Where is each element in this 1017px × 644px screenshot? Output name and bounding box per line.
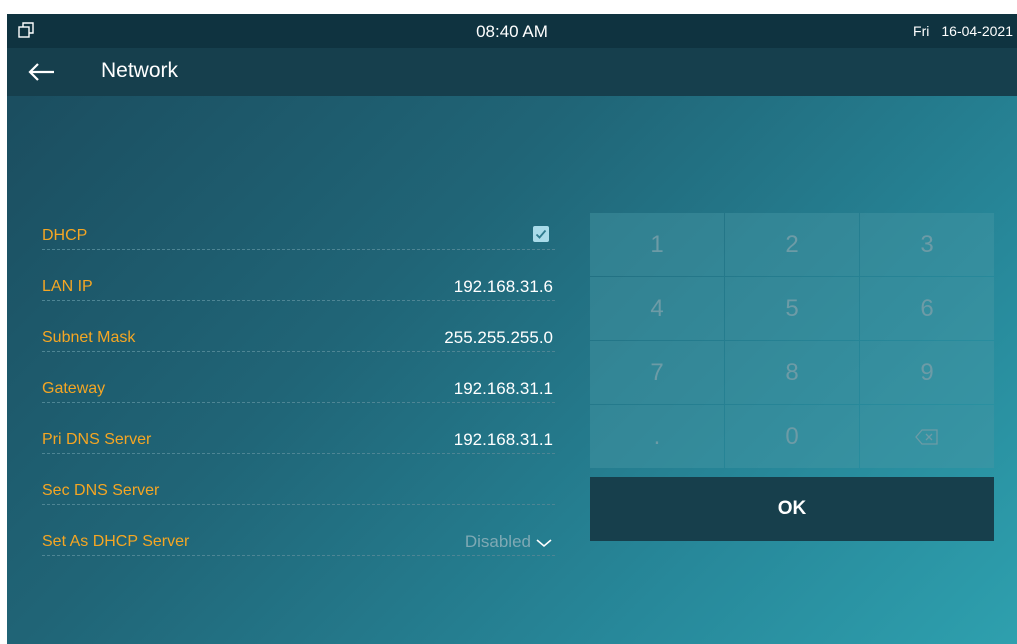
status-bar: 08:40 AM Fri 16-04-2021 — [7, 14, 1017, 48]
gateway-row[interactable]: Gateway 192.168.31.1 — [42, 352, 555, 403]
dhcp-row[interactable]: DHCP — [42, 218, 555, 250]
dhcp-server-label: Set As DHCP Server — [42, 533, 190, 550]
checkmark-icon — [535, 229, 547, 239]
key-0[interactable]: 0 — [725, 405, 859, 468]
key-7[interactable]: 7 — [590, 341, 724, 404]
numeric-keypad: 1 2 3 4 5 6 7 8 9 . 0 OK — [590, 213, 994, 542]
dhcp-server-value: Disabled — [464, 532, 531, 551]
subnet-mask-row[interactable]: Subnet Mask 255.255.255.0 — [42, 301, 555, 352]
key-9[interactable]: 9 — [860, 341, 994, 404]
sec-dns-label: Sec DNS Server — [42, 482, 160, 499]
backspace-icon — [915, 428, 938, 445]
key-backspace[interactable] — [860, 405, 994, 468]
key-6[interactable]: 6 — [860, 277, 994, 340]
key-2[interactable]: 2 — [725, 213, 859, 276]
key-dot[interactable]: . — [590, 405, 724, 468]
status-time: 08:40 AM — [476, 22, 548, 41]
key-3[interactable]: 3 — [860, 213, 994, 276]
dhcp-label: DHCP — [42, 227, 88, 244]
gateway-field[interactable]: 192.168.31.1 — [454, 379, 553, 399]
device-screen: 08:40 AM Fri 16-04-2021 Network DHCP LAN … — [7, 14, 1017, 644]
pri-dns-row[interactable]: Pri DNS Server 192.168.31.1 — [42, 403, 555, 454]
ok-button[interactable]: OK — [590, 477, 994, 541]
status-date-value: 16-04-2021 — [941, 23, 1013, 39]
page-title: Network — [101, 59, 179, 82]
title-bar: Network — [7, 48, 1017, 96]
lan-ip-field[interactable]: 192.168.31.6 — [454, 277, 553, 297]
pri-dns-label: Pri DNS Server — [42, 431, 152, 448]
lan-ip-row[interactable]: LAN IP 192.168.31.6 — [42, 250, 555, 301]
back-arrow-icon[interactable] — [27, 60, 57, 84]
pri-dns-field[interactable]: 192.168.31.1 — [454, 430, 553, 450]
dhcp-server-row[interactable]: Set As DHCP Server Disabled — [42, 505, 555, 556]
status-date: Fri 16-04-2021 — [913, 23, 1013, 39]
key-4[interactable]: 4 — [590, 277, 724, 340]
key-5[interactable]: 5 — [725, 277, 859, 340]
keypad-grid: 1 2 3 4 5 6 7 8 9 . 0 — [590, 213, 994, 468]
network-settings-list: DHCP LAN IP 192.168.31.6 Subnet Mask 255… — [42, 218, 555, 556]
key-1[interactable]: 1 — [590, 213, 724, 276]
gateway-label: Gateway — [42, 380, 106, 397]
dhcp-checkbox[interactable] — [533, 226, 549, 242]
subnet-mask-field[interactable]: 255.255.255.0 — [444, 328, 553, 348]
sec-dns-row[interactable]: Sec DNS Server — [42, 454, 555, 505]
status-day: Fri — [913, 23, 930, 39]
dhcp-server-dropdown[interactable]: Disabled — [465, 532, 553, 552]
key-8[interactable]: 8 — [725, 341, 859, 404]
subnet-mask-label: Subnet Mask — [42, 329, 136, 346]
chevron-down-icon — [536, 538, 552, 547]
lan-ip-label: LAN IP — [42, 278, 93, 295]
